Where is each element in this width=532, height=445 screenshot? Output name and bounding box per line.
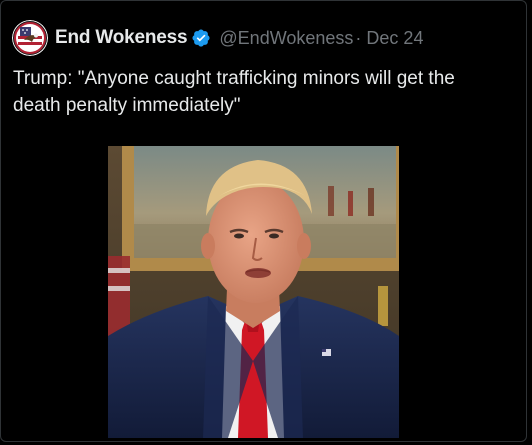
tweet-card[interactable]: End Wokeness @EndWokeness · Dec 24 Trump… [0,0,527,442]
display-name[interactable]: End Wokeness [55,27,187,49]
avatar[interactable] [12,20,48,56]
separator-dot: · [355,27,362,48]
video-frame-image [108,146,399,438]
eagle-flag-avatar-icon [12,20,48,56]
tweet-text: Trump: "Anyone caught trafficking minors… [13,68,455,116]
verified-badge-icon [192,29,210,47]
video-thumbnail[interactable] [108,146,399,438]
tweet-header: End Wokeness @EndWokeness · Dec 24 [12,20,423,56]
tweet-date[interactable]: Dec 24 [366,28,423,49]
user-handle[interactable]: @EndWokeness [219,28,353,49]
